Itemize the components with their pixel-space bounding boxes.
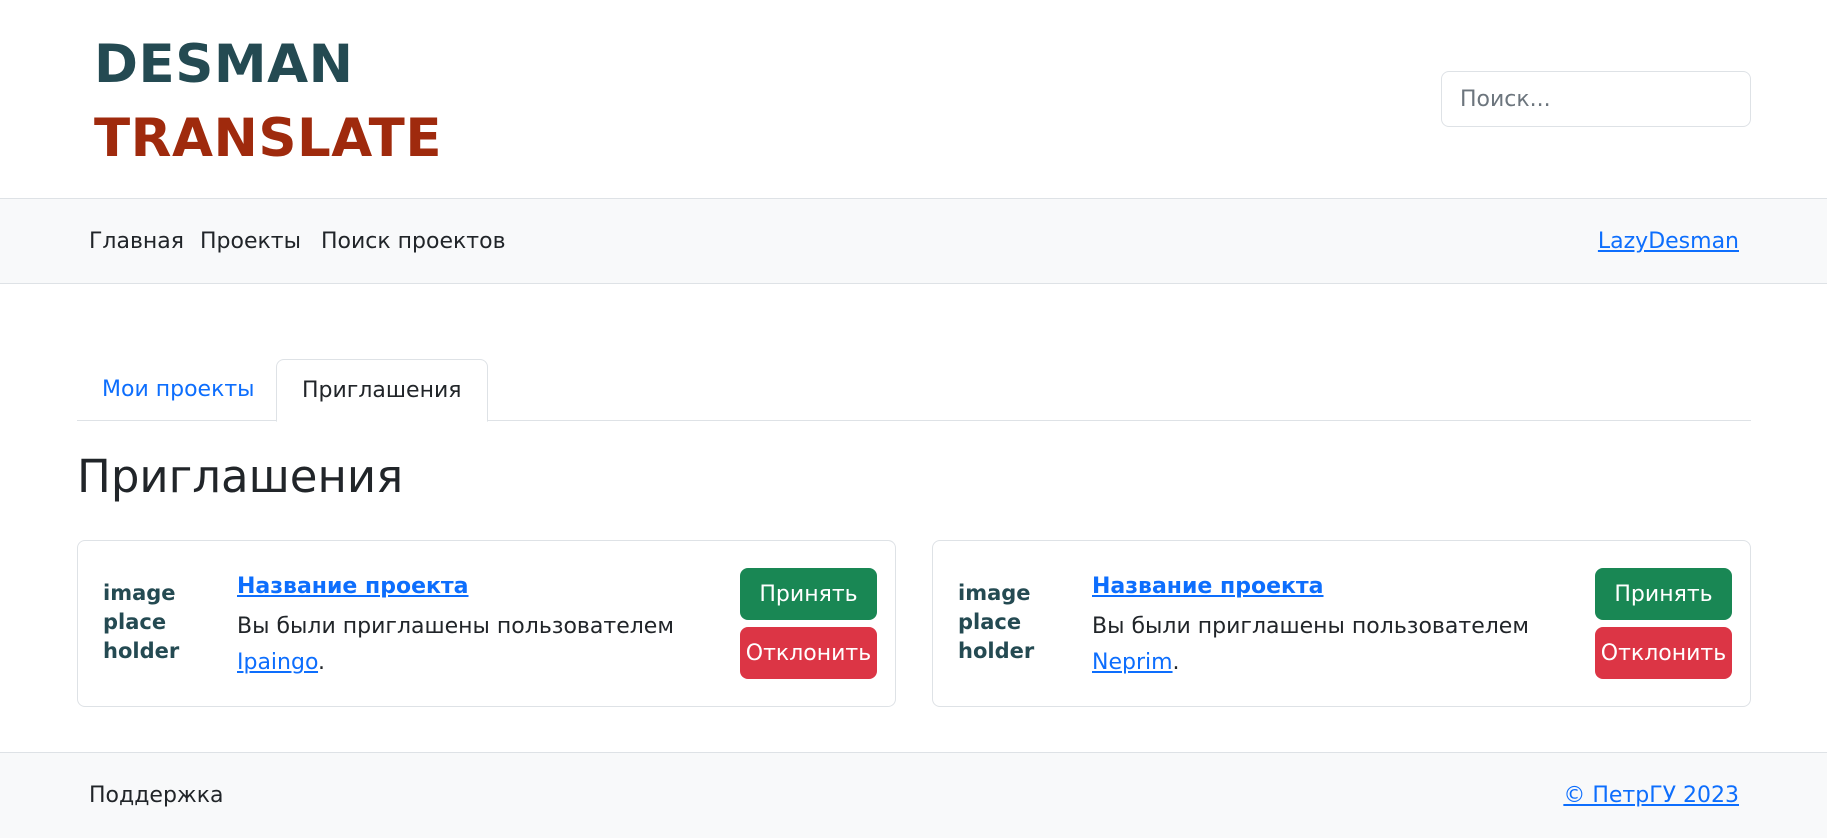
placeholder-text-line: image [103, 581, 176, 605]
invitation-text: Вы были приглашены пользователем Neprim. [1092, 609, 1562, 681]
invitation-message: Вы были приглашены пользователем [237, 614, 674, 639]
site-footer: Поддержка © ПетрГУ 2023 [0, 752, 1827, 838]
nav-item-projects[interactable]: Проекты [200, 199, 301, 284]
reject-button[interactable]: Отклонить [1595, 627, 1732, 679]
site-logo[interactable]: DESMAN TRANSLATE [94, 28, 442, 176]
site-header: DESMAN TRANSLATE [0, 0, 1827, 199]
user-profile-link[interactable]: LazyDesman [1598, 199, 1739, 284]
inviter-link[interactable]: Ipaingo [237, 650, 318, 675]
nav-item-project-search[interactable]: Поиск проектов [321, 199, 506, 284]
main-navbar: Главная Проекты Поиск проектов LazyDesma… [0, 199, 1827, 284]
accept-button[interactable]: Принять [740, 568, 877, 620]
placeholder-text-line: holder [958, 639, 1035, 663]
logo-line-translate: TRANSLATE [94, 108, 443, 169]
reject-button[interactable]: Отклонить [740, 627, 877, 679]
invitation-suffix: . [318, 650, 326, 675]
project-name-link[interactable]: Название проекта [1092, 574, 1324, 599]
page-title: Приглашения [77, 450, 404, 503]
project-image-placeholder: image place holder [958, 579, 1034, 666]
support-link[interactable]: Поддержка [89, 753, 224, 838]
logo-line-desman: DESMAN [94, 34, 354, 95]
inviter-link[interactable]: Neprim [1092, 650, 1173, 675]
placeholder-text-line: place [103, 610, 167, 634]
nav-item-home[interactable]: Главная [89, 199, 184, 284]
invitation-card: image place holder Название проекта Вы б… [77, 540, 896, 707]
placeholder-text-line: image [958, 581, 1031, 605]
project-image-placeholder: image place holder [103, 579, 179, 666]
search-input[interactable] [1441, 71, 1751, 127]
tab-invitations[interactable]: Приглашения [276, 359, 488, 422]
invitation-suffix: . [1172, 650, 1180, 675]
tab-my-projects[interactable]: Мои проекты [77, 359, 280, 421]
copyright-link[interactable]: © ПетрГУ 2023 [1563, 753, 1739, 838]
project-tabs: Мои проекты Приглашения [77, 359, 1751, 422]
project-name-link[interactable]: Название проекта [237, 574, 469, 599]
placeholder-text-line: holder [103, 639, 180, 663]
invitation-message: Вы были приглашены пользователем [1092, 614, 1529, 639]
accept-button[interactable]: Принять [1595, 568, 1732, 620]
invitation-text: Вы были приглашены пользователем Ipaingo… [237, 609, 707, 681]
invitation-card: image place holder Название проекта Вы б… [932, 540, 1751, 707]
placeholder-text-line: place [958, 610, 1022, 634]
